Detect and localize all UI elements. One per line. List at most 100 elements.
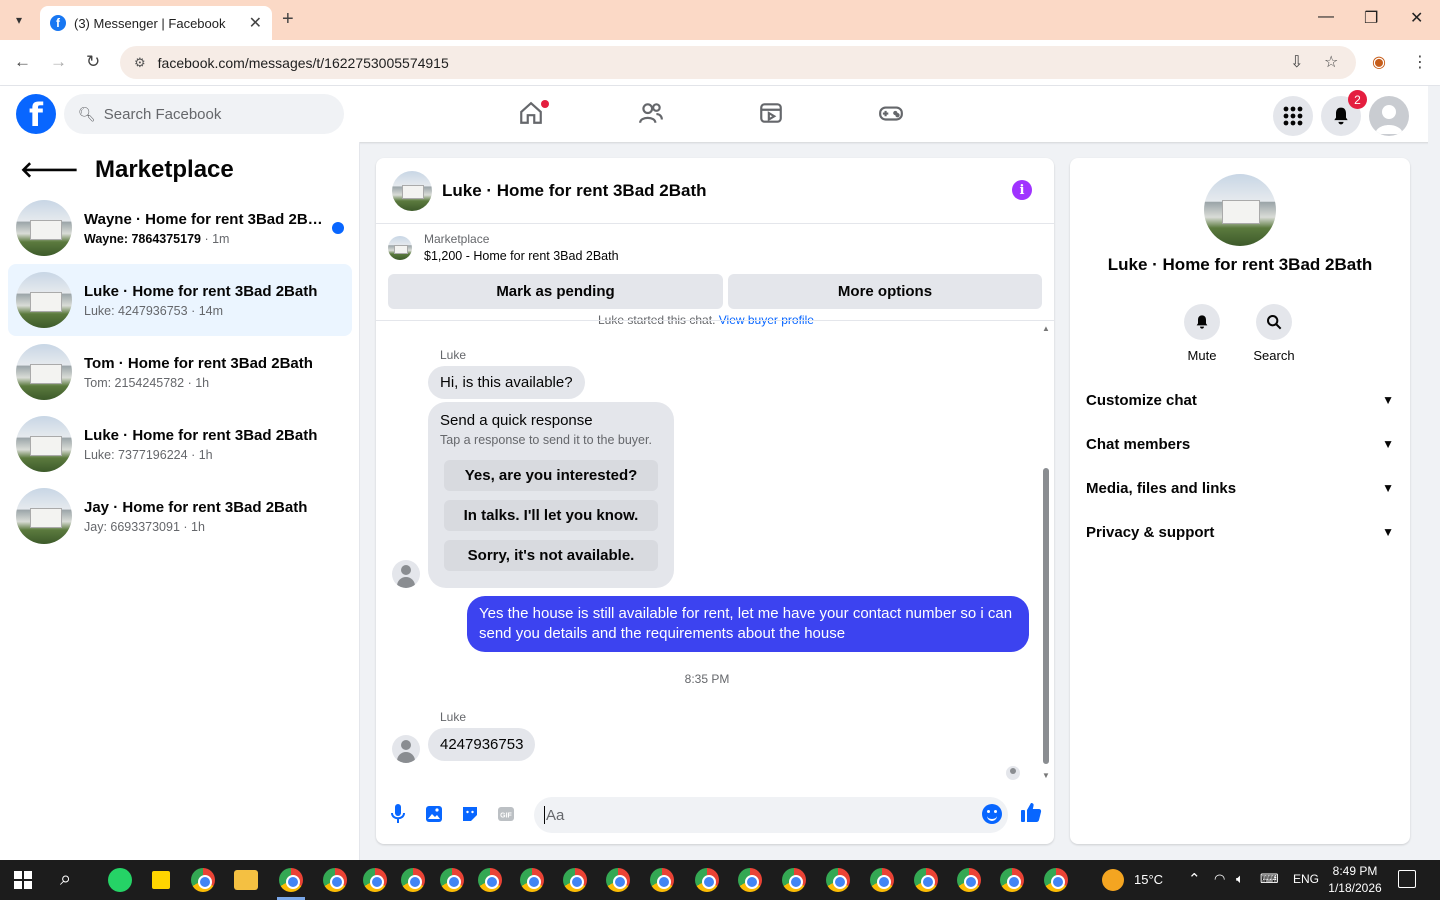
chrome-icon[interactable] [826, 868, 850, 892]
privacy-support-section[interactable]: Privacy & support ▼ [1086, 510, 1394, 554]
keyboard-icon[interactable]: ⌨ [1260, 871, 1279, 887]
quick-response-option[interactable]: In talks. I'll let you know. [444, 500, 658, 531]
info-icon[interactable]: i [1012, 180, 1032, 200]
search-action[interactable]: Search [1244, 304, 1304, 363]
friends-icon[interactable] [638, 100, 668, 130]
wifi-icon[interactable]: ◠ [1214, 871, 1225, 887]
search-placeholder: Search Facebook [103, 105, 222, 123]
facebook-search-input[interactable]: 🔍︎ Search Facebook [64, 94, 344, 134]
message-input[interactable]: Aa [534, 797, 1008, 833]
chrome-icon[interactable] [650, 868, 674, 892]
quick-response-option[interactable]: Sorry, it's not available. [444, 540, 658, 571]
conversation-item[interactable]: Luke · Home for rent 3Bad 2Bath Luke: 73… [8, 408, 352, 480]
conversation-item[interactable]: Tom · Home for rent 3Bad 2Bath Tom: 2154… [8, 336, 352, 408]
facebook-logo-icon[interactable]: f [16, 94, 56, 134]
outgoing-message[interactable]: Yes the house is still available for ren… [467, 596, 1029, 652]
profile-icon[interactable]: ◉ [1372, 52, 1386, 72]
chat-title[interactable]: Luke · Home for rent 3Bad 2Bath [442, 181, 707, 201]
sender-avatar[interactable] [392, 560, 420, 588]
back-arrow-icon[interactable]: 🡐 [20, 157, 79, 183]
chat-panel: Luke · Home for rent 3Bad 2Bath i Market… [376, 158, 1054, 844]
notification-center-icon[interactable] [1398, 870, 1416, 888]
browser-tab[interactable]: f (3) Messenger | Facebook ✕ [40, 6, 272, 40]
conversation-item[interactable]: Wayne · Home for rent 3Bad 2Ba... Wayne:… [8, 192, 352, 264]
house-thumbnail [16, 416, 72, 472]
windows-start-icon[interactable] [14, 871, 32, 889]
conversation-item-active[interactable]: Luke · Home for rent 3Bad 2Bath Luke: 42… [8, 264, 352, 336]
chrome-icon[interactable] [363, 868, 387, 892]
address-bar[interactable]: ⚙ facebook.com/messages/t/16227530055749… [120, 46, 1356, 79]
volume-icon[interactable]: 🔈︎ [1236, 871, 1244, 887]
tray-chevron-up-icon[interactable]: ⌃ [1188, 870, 1201, 888]
listing-photo[interactable] [1204, 174, 1276, 246]
chrome-icon[interactable] [914, 868, 938, 892]
chrome-icon[interactable] [191, 868, 215, 892]
mark-as-pending-button[interactable]: Mark as pending [388, 274, 723, 309]
page-scrollbar[interactable] [1428, 86, 1440, 860]
tab-search-dropdown[interactable]: ▾ [6, 8, 32, 32]
temperature-text[interactable]: 15°C [1134, 872, 1163, 887]
chrome-icon[interactable] [520, 868, 544, 892]
incoming-message[interactable]: 4247936753 [428, 728, 536, 761]
whatsapp-icon[interactable] [108, 868, 132, 892]
sticker-icon[interactable] [460, 804, 480, 824]
chrome-icon[interactable] [1044, 868, 1068, 892]
microphone-icon[interactable] [388, 804, 408, 824]
chrome-icon[interactable] [606, 868, 630, 892]
listing-summary[interactable]: Marketplace $1,200 - Home for rent 3Bad … [388, 232, 619, 263]
chrome-icon[interactable] [440, 868, 464, 892]
chrome-icon[interactable] [695, 868, 719, 892]
chrome-icon[interactable] [323, 868, 347, 892]
house-thumbnail[interactable] [392, 170, 432, 211]
media-files-links-section[interactable]: Media, files and links ▼ [1086, 466, 1394, 510]
taskbar-clock[interactable]: 8:49 PM 1/18/2026 [1320, 863, 1390, 897]
marketplace-sidebar: 🡐 Marketplace Wayne · Home for rent 3Bad… [0, 142, 360, 860]
more-options-button[interactable]: More options [728, 274, 1042, 309]
quick-response-option[interactable]: Yes, are you interested? [444, 460, 658, 491]
chrome-icon[interactable] [870, 868, 894, 892]
weather-icon[interactable] [1102, 869, 1124, 891]
minimize-button[interactable]: — [1318, 8, 1334, 26]
install-app-icon[interactable]: ⇩ [1290, 52, 1303, 72]
back-button[interactable]: ← [14, 52, 31, 72]
incoming-message[interactable]: Hi, is this available? [428, 366, 585, 399]
gif-icon[interactable]: GIF [496, 804, 516, 824]
menu-kebab-icon[interactable]: ⋮ [1412, 52, 1428, 72]
chat-members-section[interactable]: Chat members ▼ [1086, 422, 1394, 466]
thumbs-up-like-icon[interactable] [1020, 801, 1042, 829]
customize-chat-section[interactable]: Customize chat ▼ [1086, 378, 1394, 422]
taskbar-search-icon[interactable]: ⌕ [60, 868, 71, 891]
photo-icon[interactable] [424, 804, 444, 824]
menu-grid-icon[interactable] [1273, 96, 1313, 136]
gaming-icon[interactable] [878, 100, 908, 130]
language-indicator[interactable]: ENG [1293, 872, 1319, 886]
scroll-up-arrow-icon[interactable]: ▲ [1042, 324, 1050, 333]
scroll-down-arrow-icon[interactable]: ▼ [1042, 771, 1050, 780]
chrome-icon[interactable] [957, 868, 981, 892]
sender-avatar[interactable] [392, 735, 420, 763]
bookmark-star-icon[interactable]: ☆ [1324, 52, 1338, 72]
chrome-icon[interactable] [738, 868, 762, 892]
sticky-notes-icon[interactable] [152, 871, 170, 889]
close-window-button[interactable]: ✕ [1410, 8, 1423, 28]
tab-close-icon[interactable]: ✕ [249, 13, 262, 33]
chrome-icon[interactable] [279, 868, 303, 892]
site-info-icon[interactable]: ⚙ [134, 55, 146, 71]
emoji-icon[interactable] [982, 804, 1002, 824]
chrome-icon[interactable] [563, 868, 587, 892]
chrome-icon[interactable] [782, 868, 806, 892]
chrome-icon[interactable] [1000, 868, 1024, 892]
forward-button[interactable]: → [50, 52, 67, 72]
maximize-button[interactable]: ❐ [1364, 8, 1378, 28]
file-explorer-icon[interactable] [234, 870, 258, 890]
mute-action[interactable]: Mute [1172, 304, 1232, 363]
chat-scrollbar[interactable]: ▲ ▼ [1042, 324, 1050, 780]
chrome-icon[interactable] [401, 868, 425, 892]
scrollbar-thumb[interactable] [1043, 468, 1049, 764]
conversation-item[interactable]: Jay · Home for rent 3Bad 2Bath Jay: 6693… [8, 480, 352, 552]
account-avatar[interactable] [1369, 96, 1409, 136]
video-icon[interactable] [758, 100, 788, 130]
new-tab-button[interactable]: + [282, 8, 294, 31]
reload-button[interactable]: ↻ [86, 52, 100, 72]
chrome-icon[interactable] [478, 868, 502, 892]
